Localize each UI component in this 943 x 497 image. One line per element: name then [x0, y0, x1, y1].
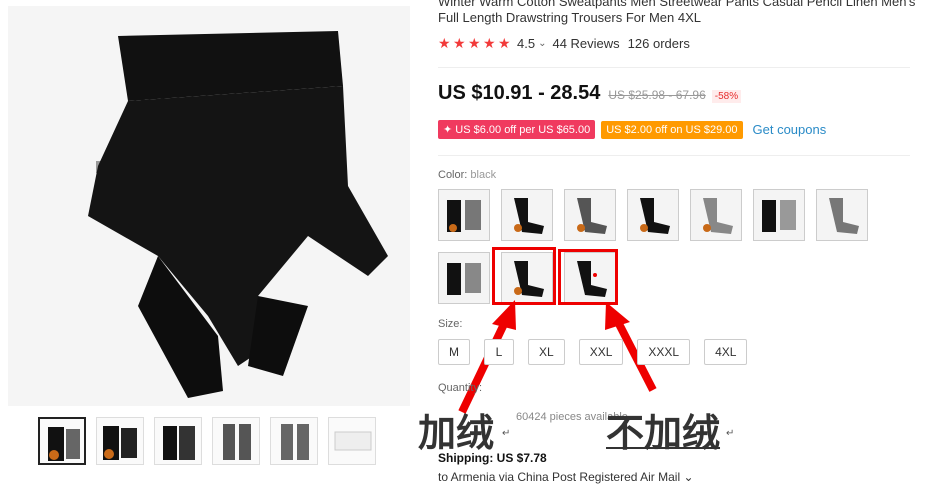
shipping-cost: Shipping: US $7.78	[438, 451, 547, 465]
size-options: M L XL XXL XXXL 4XL	[438, 339, 748, 365]
size-option[interactable]: L	[484, 339, 514, 365]
size-label: Size:	[438, 318, 463, 330]
paragraph-mark: ↵	[502, 428, 511, 439]
annotation-fleece-label: 加绒	[418, 413, 495, 455]
shipping-detail[interactable]: to Armenia via China Post Registered Air…	[438, 470, 694, 484]
size-option[interactable]: XXL	[578, 339, 624, 365]
annotation-no-fleece-label: 不加绒	[606, 413, 721, 455]
paragraph-mark: ↵	[726, 428, 735, 439]
quantity-label: Quantity:	[438, 382, 483, 394]
size-option[interactable]: XXXL	[637, 339, 691, 365]
size-option[interactable]: 4XL	[704, 339, 748, 365]
size-option[interactable]: M	[438, 339, 470, 365]
size-option[interactable]: XL	[528, 339, 565, 365]
